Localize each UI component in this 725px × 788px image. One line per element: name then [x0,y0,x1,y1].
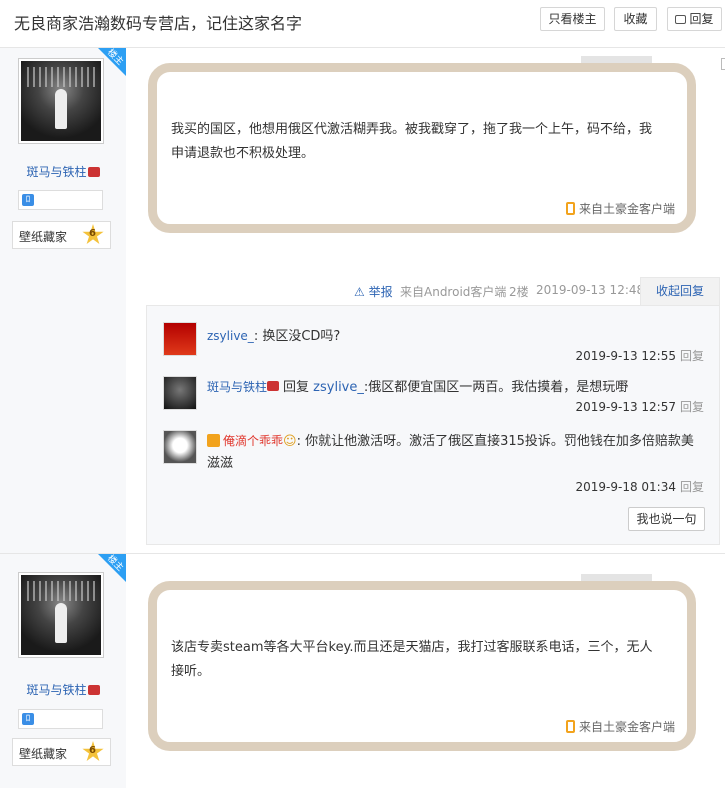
author-name[interactable]: 斑马与铁柱 [0,681,126,698]
only-op-button[interactable]: 只看楼主 [540,7,605,31]
reply-list: zsylive_: 换区没CD吗? 2019-9-13 12:55 回复 斑马与铁… [146,305,720,545]
avatar-image [21,61,101,141]
reply-item: 俺滴个乖乖☺: 你就让他激活呀。激活了俄区直接315投诉。罚他钱在加多倍赔款美滋… [163,430,708,500]
reply-link[interactable]: 回复 [680,400,704,414]
author-sidebar: 楼主 斑马与铁柱 ﾛ 壁纸藏家 6 [0,48,126,553]
post-source: 来自Android客户端 [400,285,507,299]
medal-name: 壁纸藏家 [19,747,68,761]
reply-body: 俺滴个乖乖☺: 你就让他激活呀。激活了俄区直接315投诉。罚他钱在加多倍赔款美滋… [207,434,694,471]
reply-user[interactable]: 俺滴个乖乖 [223,434,283,448]
collapse-replies-tab[interactable]: 收起回复 [640,277,720,305]
reply-item: zsylive_: 换区没CD吗? 2019-9-13 12:55 回复 [163,322,708,372]
reply-avatar[interactable] [163,322,197,356]
author-name[interactable]: 斑马与铁柱 [0,163,126,180]
phone-icon [565,202,575,215]
medal-level: 6 [89,228,96,239]
client-source-label: 来自土豪金客户端 [578,202,675,216]
level-icon: ﾛ [22,713,34,725]
post-content-bubble: 我买的国区，他想用俄区代激活糊弄我。被我戳穿了，拖了我一个上午，码不给，我申请退… [148,63,696,233]
reply-text: 换区没CD吗? [262,329,341,344]
client-source-label: 来自土豪金客户端 [578,720,675,734]
client-source[interactable]: 来自土豪金客户端 [565,200,675,217]
client-source[interactable]: 来自土豪金客户端 [565,718,675,735]
reply-word: 回复 [283,380,310,395]
report-label: 举报 [368,285,393,299]
author-name-text: 斑马与铁柱 [26,165,87,179]
reply-meta: 2019-9-18 01:34 回复 [575,480,704,494]
medal-badge[interactable]: 壁纸藏家 6 [12,221,111,249]
vip-icon [207,434,220,447]
flag-icon [267,381,280,391]
emoji-icon: ☺ [283,434,297,449]
reply-user[interactable]: 斑马与铁柱 [207,380,267,394]
author-sidebar: 楼主 斑马与铁柱 ﾛ 壁纸藏家 6 [0,554,126,788]
reply-target[interactable]: zsylive_ [313,380,364,395]
author-name-text: 斑马与铁柱 [26,683,87,697]
reply-user[interactable]: zsylive_ [207,329,254,343]
medal-badge[interactable]: 壁纸藏家 6 [12,738,111,766]
post-time: 2019-09-13 12:48 [536,283,645,297]
post-content-bubble: 该店专卖steam等各大平台key.而且还是天猫店，我打过客服联系电话，三个，无… [148,581,696,751]
reply-button-label: 回复 [689,12,714,26]
level-badge[interactable]: ﾛ [18,190,103,210]
reply-link[interactable]: 回复 [680,349,704,363]
medal-level: 6 [89,745,96,756]
thread-title: 无良商家浩瀚数码专营店，记住这家名字 [14,14,303,33]
warning-icon: ⚠ [354,285,365,299]
avatar[interactable] [18,58,104,144]
reply-item: 斑马与铁柱 回复 zsylive_:俄区都便宜国区一两百。我估摸着，是想玩嘢 20… [163,376,708,426]
reply-button[interactable]: 回复 [667,7,722,31]
avatar-image [21,575,101,655]
reply-text: :俄区都便宜国区一两百。我估摸着，是想玩嘢 [363,380,629,395]
say-something-button[interactable]: 我也说一句 [628,507,705,531]
reply-meta: 2019-9-13 12:57 回复 [575,400,704,414]
reply-meta: 2019-9-13 12:55 回复 [575,349,704,363]
phone-icon [565,720,575,733]
comment-icon [675,15,687,24]
level-icon: ﾛ [22,194,34,206]
level-badge[interactable]: ﾛ [18,709,103,729]
floor-number: 2楼 [509,285,529,299]
avatar[interactable] [18,572,104,658]
medal-name: 壁纸藏家 [19,230,68,244]
post-content: 该店专卖steam等各大平台key.而且还是天猫店，我打过客服联系电话，三个，无… [171,640,653,679]
post-content: 我买的国区，他想用俄区代激活糊弄我。被我戳穿了，拖了我一个上午，码不给，我申请退… [171,122,653,161]
reply-body: 斑马与铁柱 回复 zsylive_:俄区都便宜国区一两百。我估摸着，是想玩嘢 [207,376,628,399]
collect-button[interactable]: 收藏 [614,7,657,31]
report-link[interactable]: ⚠ 举报 [354,283,393,300]
reply-avatar[interactable] [163,376,197,410]
reply-avatar[interactable] [163,430,197,464]
reply-link[interactable]: 回复 [680,480,704,494]
reply-body: zsylive_: 换区没CD吗? [207,329,341,344]
flag-icon [87,167,100,177]
flag-icon [87,685,100,695]
thread-header: 无良商家浩瀚数码专营店，记住这家名字 只看楼主 收藏 回复 [0,0,725,48]
